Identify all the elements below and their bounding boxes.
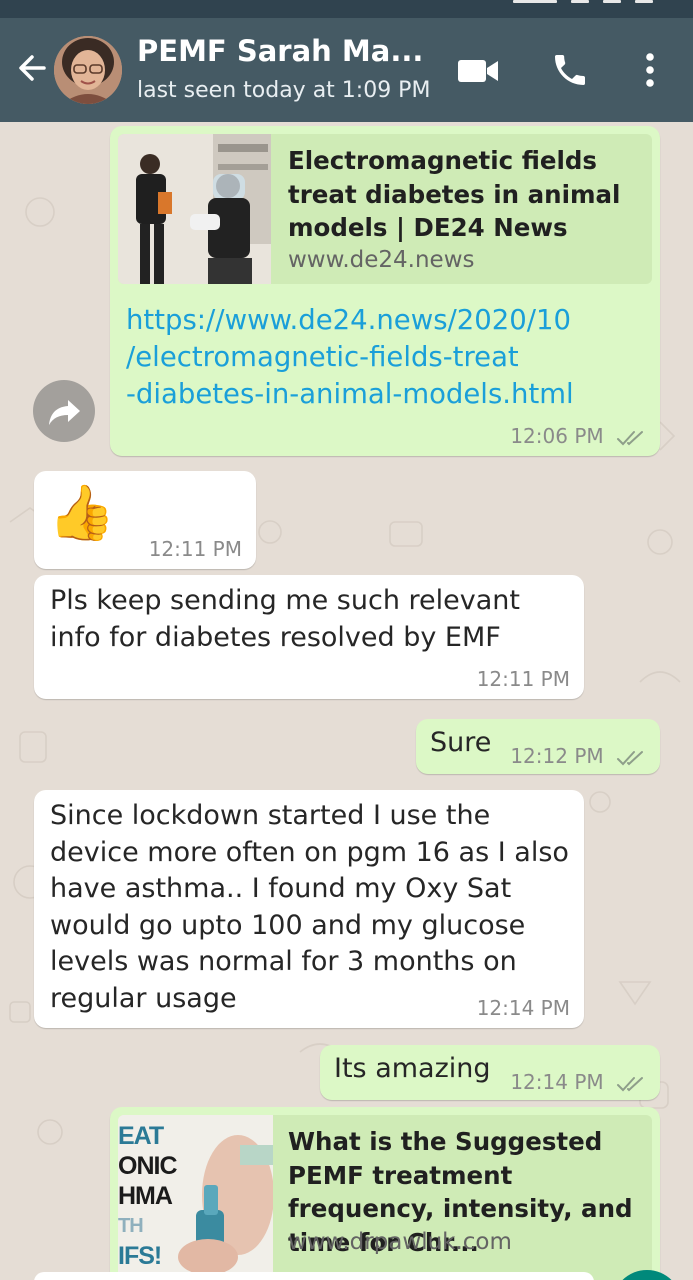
message-text: Pls keep sending me such relevant info f… [50,585,520,653]
link-preview-thumbnail [118,134,271,284]
back-arrow-icon[interactable] [14,50,50,86]
video-call-icon[interactable] [456,56,500,86]
message-bubble-incoming[interactable]: 👍 12:11 PM [34,471,256,569]
message-time: 12:14 PM [476,996,570,1020]
message-bubble-incoming[interactable]: Since lockdown started I use the device … [34,790,584,1028]
read-ticks-icon [617,430,643,445]
status-icons [513,0,653,3]
message-time: 12:06 PM [510,424,604,448]
message-bubble-outgoing[interactable]: Electromagnetic fields treat diabetes in… [110,126,660,456]
link-line[interactable]: -diabetes-in-animal-models.html [126,376,646,413]
link-line[interactable]: https://www.de24.news/2020/10 [126,302,646,339]
link-preview-card[interactable]: EAT ONIC HMA TH IFS! What is the Suggest… [118,1115,652,1280]
avatar[interactable] [54,36,122,104]
last-seen-status: last seen today at 1:09 PM [137,78,431,103]
contact-name[interactable]: PEMF Sarah Ma... [137,34,423,68]
message-meta: 12:12 PM [510,744,648,768]
message-meta: 12:06 PM [510,424,648,448]
link-line[interactable]: /electromagnetic-fields-treat [126,339,646,376]
forward-icon[interactable] [33,380,95,442]
message-time: 12:11 PM [148,537,242,561]
message-meta: 12:14 PM [510,1070,648,1094]
link-preview-title: Electromagnetic fields treat diabetes in… [288,146,621,242]
chat-header: PEMF Sarah Ma... last seen today at 1:09… [0,18,693,122]
message-bubble-outgoing[interactable]: EAT ONIC HMA TH IFS! What is the Suggest… [110,1107,660,1280]
message-text: Sure [430,727,492,758]
input-bar-edge[interactable] [34,1272,594,1280]
chat-area[interactable]: Electromagnetic fields treat diabetes in… [0,122,693,1280]
link-preview-domain: www.de24.news [288,247,475,273]
message-time: 12:11 PM [476,667,570,691]
message-bubble-incoming[interactable]: Pls keep sending me such relevant info f… [34,575,584,699]
thumbs-up-icon: 👍 [48,481,116,544]
message-text: Since lockdown started I use the device … [50,800,569,1014]
read-ticks-icon [617,750,643,765]
voice-call-icon[interactable] [550,50,590,90]
read-ticks-icon [617,1076,643,1091]
message-time: 12:12 PM [510,744,604,768]
message-link[interactable]: https://www.de24.news/2020/10 /electroma… [126,302,646,413]
more-options-icon[interactable] [636,48,664,92]
link-preview-thumbnail: EAT ONIC HMA TH IFS! [118,1115,273,1280]
status-bar [0,0,693,18]
link-preview-domain: www.drpawluk.com [288,1229,512,1255]
link-preview-card[interactable]: Electromagnetic fields treat diabetes in… [118,134,652,284]
message-bubble-outgoing[interactable]: Sure 12:12 PM [416,719,660,774]
message-time: 12:14 PM [510,1070,604,1094]
thumbnail-text: EAT ONIC HMA TH IFS! [118,1122,177,1270]
message-bubble-outgoing[interactable]: Its amazing 12:14 PM [320,1045,660,1100]
message-text: Its amazing [334,1053,491,1084]
